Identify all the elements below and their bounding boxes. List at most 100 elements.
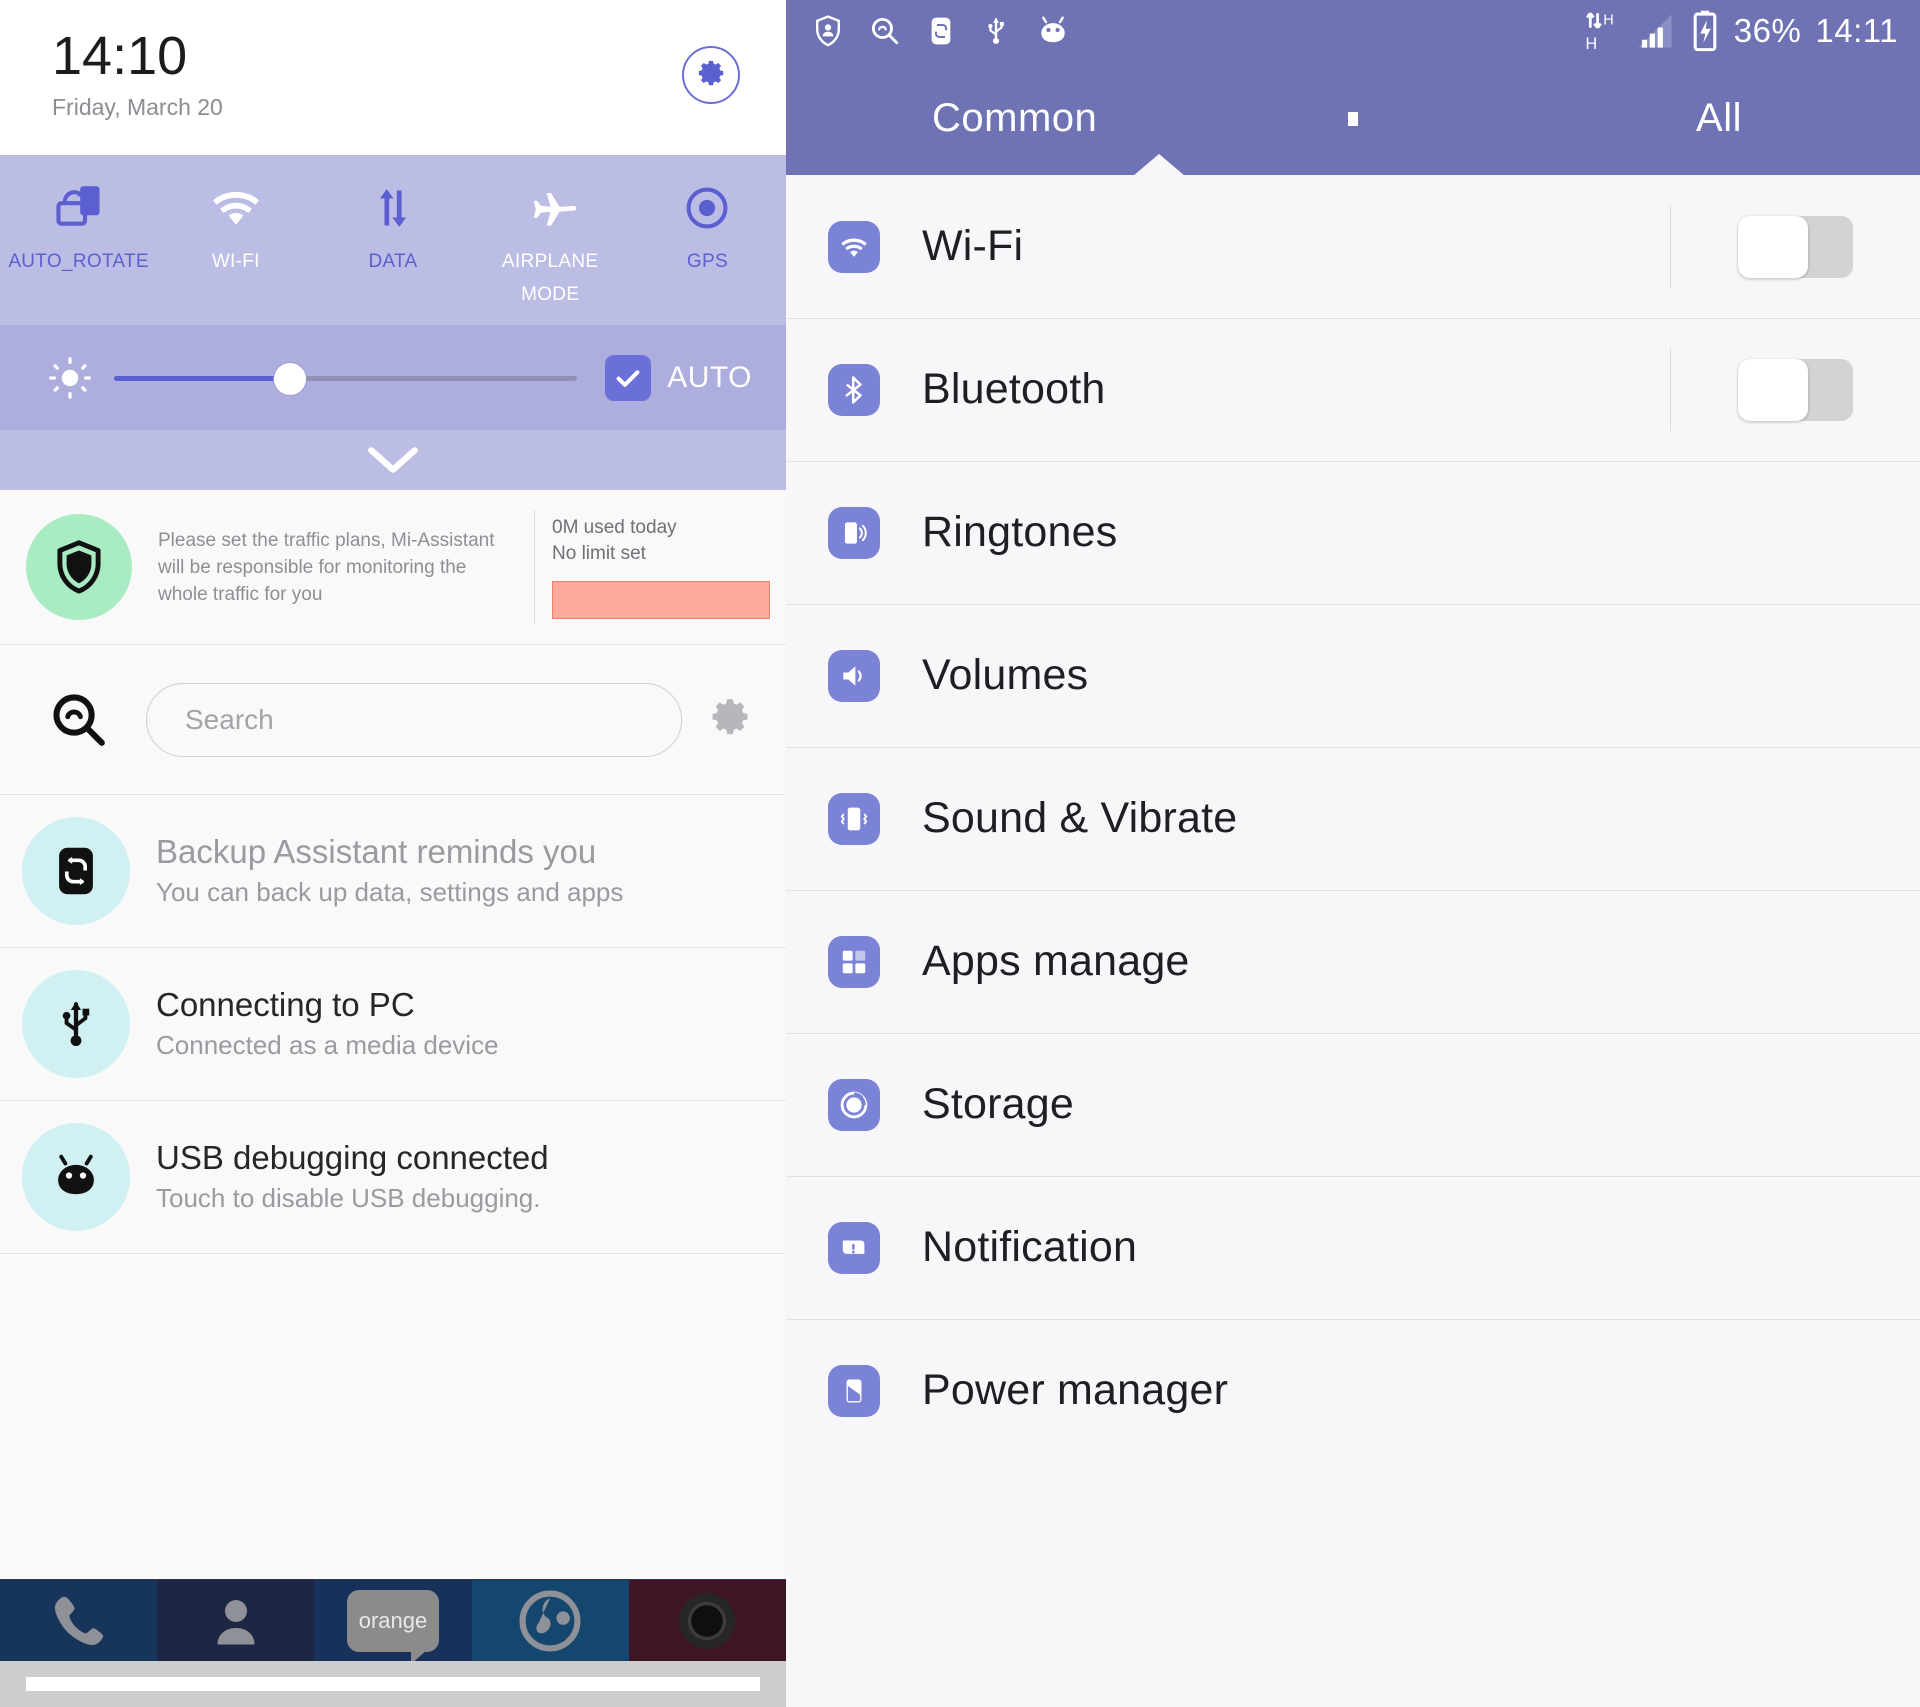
svg-text:H: H xyxy=(1585,35,1597,52)
bluetooth-switch-cell[interactable] xyxy=(1670,318,1920,461)
apps-grid-icon xyxy=(828,935,880,988)
tab-common[interactable]: Common xyxy=(932,96,1097,141)
search-input[interactable]: Search xyxy=(146,682,682,757)
mobile-data-icon xyxy=(379,189,407,227)
home-dock: orange xyxy=(0,1579,786,1664)
settings-row-volumes[interactable]: Volumes xyxy=(786,604,1920,747)
quick-toggles-panel: AUTO_ROTATE WI-FI DATA AIRPLANE MODE GPS xyxy=(0,155,786,325)
notification-subtitle: You can back up data, settings and apps xyxy=(156,877,624,907)
check-icon xyxy=(616,369,640,387)
dock-item-messaging[interactable]: orange xyxy=(314,1580,472,1664)
bluetooth-switch[interactable] xyxy=(1737,358,1853,421)
settings-row-apps-manage[interactable]: Apps manage xyxy=(786,890,1920,1033)
backup-icon xyxy=(59,847,93,895)
notification-item-usb-pc[interactable]: Connecting to PC Connected as a media de… xyxy=(0,948,786,1101)
auto-brightness-label: AUTO xyxy=(667,360,752,394)
settings-row-wifi[interactable]: Wi-Fi xyxy=(786,175,1920,318)
traffic-limit: No limit set xyxy=(552,543,646,564)
settings-app-panel: H H 36% 14:11 Common All Wi-Fi Bluetooth… xyxy=(786,0,1920,1707)
quick-toggle-label: DATA xyxy=(368,251,418,272)
quick-toggle-label: GPS xyxy=(686,251,728,272)
switch-knob xyxy=(1737,215,1808,278)
settings-row-sound-vibrate[interactable]: Sound & Vibrate xyxy=(786,747,1920,890)
shield-person-icon xyxy=(816,15,840,47)
gear-icon[interactable] xyxy=(704,694,756,746)
settings-tab-bar: Common All xyxy=(786,62,1920,176)
quick-toggle-airplane-mode[interactable]: AIRPLANE MODE xyxy=(472,177,629,325)
traffic-usage-block: 0M used today No limit set xyxy=(534,515,770,619)
status-bar-time: 14:11 xyxy=(1815,12,1898,49)
usb-icon xyxy=(988,17,1004,44)
dock-item-browser[interactable] xyxy=(471,1580,629,1661)
android-icon xyxy=(58,1154,94,1195)
notification-subtitle: Connected as a media device xyxy=(156,1030,499,1060)
quick-toggle-data[interactable]: DATA xyxy=(314,177,471,325)
ringtones-icon xyxy=(828,506,880,559)
settings-row-label: Power manager xyxy=(922,1366,1229,1414)
quick-toggle-label: AIRPLANE MODE xyxy=(502,251,599,305)
settings-row-label: Ringtones xyxy=(922,508,1118,556)
settings-row-power-manager[interactable]: Power manager xyxy=(786,1319,1920,1462)
settings-row-notification[interactable]: Notification xyxy=(786,1176,1920,1319)
brightness-icon xyxy=(49,356,91,399)
nav-home-pill[interactable] xyxy=(26,1677,760,1691)
brightness-row: AUTO xyxy=(0,325,786,430)
settings-row-label: Storage xyxy=(922,1080,1075,1128)
traffic-used-today: 0M used today xyxy=(552,517,677,538)
dock-item-contacts[interactable] xyxy=(157,1580,315,1661)
settings-row-label: Sound & Vibrate xyxy=(922,794,1238,842)
switch-knob xyxy=(1737,358,1808,421)
clock-time: 14:10 xyxy=(52,26,188,86)
wifi-icon xyxy=(212,191,259,225)
clock-date: Friday, March 20 xyxy=(52,94,223,120)
notification-badge xyxy=(22,970,130,1078)
shade-expand-button[interactable] xyxy=(0,430,786,490)
backup-icon xyxy=(931,17,951,45)
dock-item-camera[interactable] xyxy=(628,1580,786,1661)
settings-row-label: Apps manage xyxy=(922,937,1190,985)
tab-active-indicator xyxy=(1133,154,1185,176)
notification-item-usb-debugging[interactable]: USB debugging connected Touch to disable… xyxy=(0,1101,786,1254)
shade-settings-button[interactable] xyxy=(682,46,740,104)
system-navigation-bar xyxy=(0,1661,786,1707)
settings-row-bluetooth[interactable]: Bluetooth xyxy=(786,318,1920,461)
data-hsdpa-icon: H H xyxy=(1585,12,1614,52)
brightness-slider[interactable] xyxy=(114,361,578,396)
battery-percent: 36% xyxy=(1733,12,1802,49)
messaging-icon: orange xyxy=(347,1589,439,1664)
traffic-message: Please set the traffic plans, Mi-Assista… xyxy=(158,529,495,605)
quick-toggle-auto-rotate[interactable]: AUTO_ROTATE xyxy=(0,177,157,325)
notification-title: Connecting to PC xyxy=(156,986,415,1023)
traffic-plan-card[interactable]: Please set the traffic plans, Mi-Assista… xyxy=(0,490,786,645)
auto-rotate-icon xyxy=(55,186,100,226)
slider-fill xyxy=(114,375,291,381)
screenshot-root: 14:10 Friday, March 20 AUTO_ROTATE WI-FI… xyxy=(0,0,1920,1707)
camera-icon xyxy=(679,1592,736,1649)
quick-toggle-gps[interactable]: GPS xyxy=(629,177,786,325)
android-icon xyxy=(1041,16,1065,43)
shade-clock-header: 14:10 Friday, March 20 xyxy=(0,0,786,155)
wifi-switch-cell[interactable] xyxy=(1670,175,1920,318)
volume-icon xyxy=(828,649,880,702)
notification-shade-panel: 14:10 Friday, March 20 AUTO_ROTATE WI-FI… xyxy=(0,0,786,1707)
dock-item-label: orange xyxy=(358,1607,428,1633)
tab-separator-dot xyxy=(1348,112,1358,126)
quick-toggle-label: WI-FI xyxy=(211,251,260,272)
search-placeholder: Search xyxy=(185,703,274,735)
gear-icon xyxy=(698,60,724,86)
settings-list: Wi-Fi Bluetooth Ringtones Volumes Sound … xyxy=(786,175,1920,1462)
traffic-badge xyxy=(26,514,132,620)
settings-row-ringtones[interactable]: Ringtones xyxy=(786,461,1920,604)
quick-toggle-wifi[interactable]: WI-FI xyxy=(157,177,314,325)
settings-row-label: Notification xyxy=(922,1223,1138,1271)
airplane-icon xyxy=(533,193,577,226)
slider-knob[interactable] xyxy=(273,361,308,396)
notification-item-backup[interactable]: Backup Assistant reminds you You can bac… xyxy=(0,795,786,948)
wifi-switch[interactable] xyxy=(1737,215,1853,278)
tab-all[interactable]: All xyxy=(1696,96,1742,141)
auto-brightness-checkbox[interactable] xyxy=(605,354,652,401)
notification-badge xyxy=(22,817,130,925)
settings-row-storage[interactable]: Storage xyxy=(786,1033,1920,1176)
dock-item-phone[interactable] xyxy=(0,1580,158,1661)
search-icon[interactable] xyxy=(46,687,112,753)
